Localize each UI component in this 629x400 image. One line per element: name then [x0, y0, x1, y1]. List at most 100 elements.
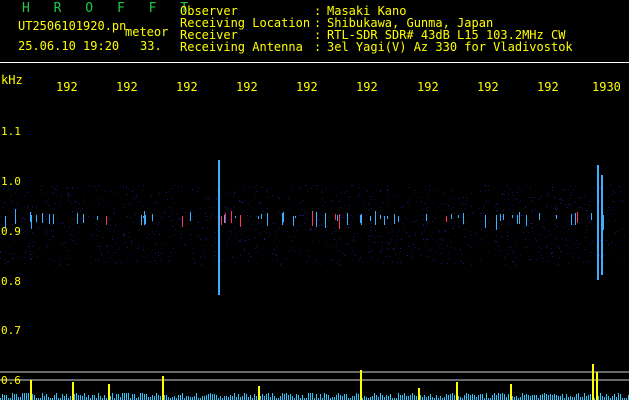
noise-pixel	[397, 235, 398, 236]
noise-pixel	[68, 196, 69, 197]
noise-pixel	[63, 222, 64, 223]
noise-pixel	[321, 224, 322, 225]
level-tick	[562, 394, 563, 400]
level-tick	[354, 396, 355, 400]
level-peak	[360, 370, 362, 400]
noise-pixel	[400, 262, 401, 263]
level-tick	[310, 393, 311, 400]
noise-pixel	[23, 217, 24, 218]
noise-pixel	[509, 208, 510, 209]
noise-pixel	[560, 203, 561, 204]
noise-pixel	[526, 247, 527, 248]
level-tick	[244, 393, 245, 400]
noise-pixel	[115, 252, 116, 253]
noise-pixel	[32, 206, 33, 207]
noise-pixel	[400, 248, 401, 249]
noise-pixel	[276, 230, 277, 231]
noise-pixel	[611, 194, 612, 195]
level-tick	[180, 395, 181, 400]
noise-pixel	[432, 258, 433, 259]
noise-pixel	[24, 207, 25, 208]
noise-pixel	[465, 229, 466, 230]
noise-pixel	[485, 241, 486, 242]
noise-pixel	[353, 239, 354, 240]
noise-pixel	[16, 208, 17, 209]
noise-pixel	[570, 195, 571, 196]
noise-pixel	[21, 218, 22, 219]
level-tick	[324, 393, 325, 400]
level-tick	[284, 394, 285, 400]
noise-pixel	[344, 205, 345, 206]
noise-pixel	[547, 204, 548, 205]
level-tick	[382, 395, 383, 400]
level-tick	[620, 394, 621, 400]
level-tick	[532, 395, 533, 400]
x-tick: 1930	[592, 80, 621, 94]
noise-pixel	[369, 241, 370, 242]
level-tick	[260, 396, 261, 400]
noise-pixel	[593, 195, 594, 196]
noise-pixel	[305, 229, 306, 230]
level-tick	[404, 393, 405, 400]
noise-pixel	[586, 230, 587, 231]
noise-pixel	[429, 190, 430, 191]
noise-pixel	[234, 227, 235, 228]
noise-pixel	[529, 259, 530, 260]
noise-pixel	[565, 245, 566, 246]
noise-pixel	[340, 207, 341, 208]
level-tick	[286, 393, 287, 400]
noise-pixel	[452, 198, 453, 199]
noise-pixel	[258, 205, 259, 206]
noise-pixel	[345, 224, 346, 225]
noise-pixel	[551, 243, 552, 244]
noise-pixel	[205, 245, 206, 246]
noise-pixel	[169, 256, 170, 257]
level-tick	[458, 396, 459, 400]
noise-pixel	[158, 255, 159, 256]
echo-streak	[360, 215, 361, 223]
noise-pixel	[362, 262, 363, 263]
noise-pixel	[336, 245, 337, 246]
noise-pixel	[403, 223, 404, 224]
noise-pixel	[530, 223, 531, 224]
noise-pixel	[214, 207, 215, 208]
noise-pixel	[441, 239, 442, 240]
noise-pixel	[136, 195, 137, 196]
noise-pixel	[136, 197, 137, 198]
noise-pixel	[426, 239, 427, 240]
noise-pixel	[567, 207, 568, 208]
noise-pixel	[279, 210, 280, 211]
noise-pixel	[380, 207, 381, 208]
noise-pixel	[278, 212, 279, 213]
noise-pixel	[528, 197, 529, 198]
noise-pixel	[568, 229, 569, 230]
noise-pixel	[224, 212, 225, 213]
noise-pixel	[351, 221, 352, 222]
noise-pixel	[59, 205, 60, 206]
noise-pixel	[280, 264, 281, 265]
noise-pixel	[341, 217, 342, 218]
noise-pixel	[316, 260, 317, 261]
noise-pixel	[250, 216, 251, 217]
noise-pixel	[435, 259, 436, 260]
noise-pixel	[67, 191, 68, 192]
noise-pixel	[422, 233, 423, 234]
noise-pixel	[471, 247, 472, 248]
noise-pixel	[151, 196, 152, 197]
noise-pixel	[624, 235, 625, 236]
level-tick	[142, 393, 143, 400]
level-tick	[302, 395, 303, 400]
noise-pixel	[504, 194, 505, 195]
noise-pixel	[430, 221, 431, 222]
noise-pixel	[184, 244, 185, 245]
noise-pixel	[300, 203, 301, 204]
noise-pixel	[465, 236, 466, 237]
noise-pixel	[242, 202, 243, 203]
level-tick	[618, 393, 619, 400]
noise-pixel	[271, 246, 272, 247]
level-tick	[352, 396, 353, 400]
noise-pixel	[423, 219, 424, 220]
noise-pixel	[168, 216, 169, 217]
echo-streak	[451, 214, 452, 219]
noise-pixel	[207, 220, 208, 221]
